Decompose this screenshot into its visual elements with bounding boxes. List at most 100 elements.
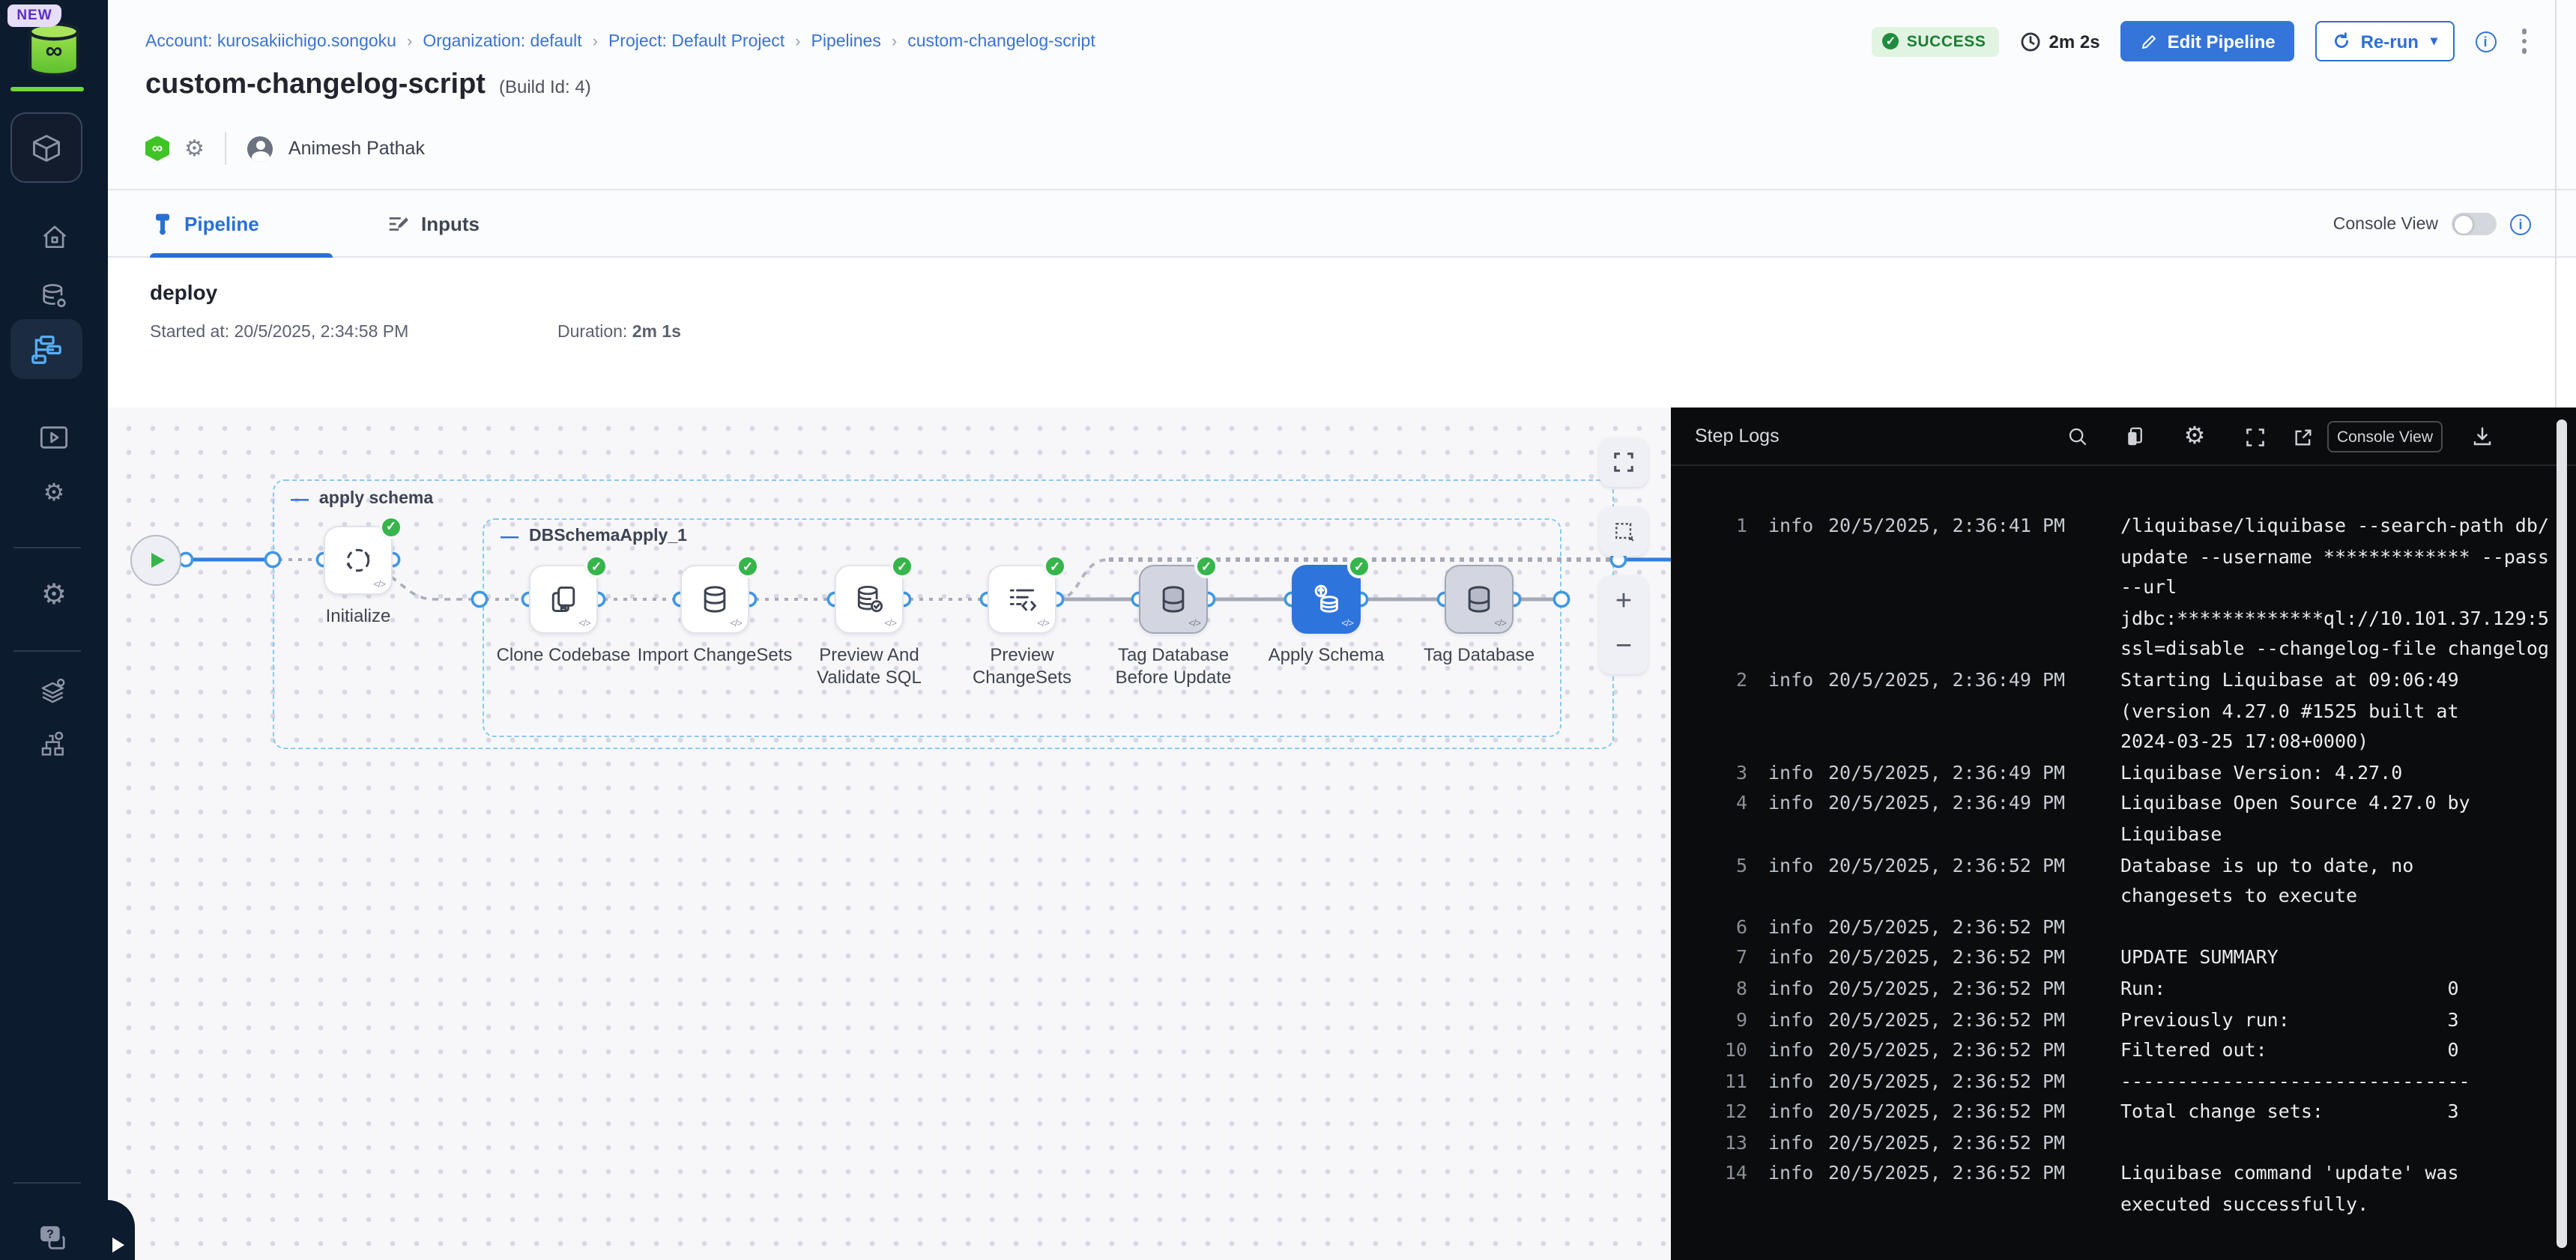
log-row: 8info20/5/2025, 2:36:52 PMRun: 0	[1671, 974, 2564, 1005]
gear-icon: ⚙	[41, 581, 67, 609]
canvas-select-tool-button[interactable]	[1599, 506, 1648, 556]
node-clone-codebase[interactable]: ✓ </>	[529, 565, 598, 634]
work-area: — apply schema — DBSchemaApply_1	[108, 408, 2576, 1260]
db-devops-logo-icon[interactable]: ∞	[24, 22, 84, 76]
refresh-icon	[2332, 31, 2352, 51]
copy-icon	[2123, 425, 2146, 448]
breadcrumb-separator: ›	[407, 33, 412, 51]
duration-value: 2m 2s	[2049, 31, 2100, 52]
sidebar-item-pipelines-active[interactable]	[10, 319, 82, 379]
code-glyph: </>	[884, 619, 896, 629]
log-row: 11info20/5/2025, 2:36:52 PM-------------…	[1671, 1066, 2564, 1097]
more-options-button[interactable]	[2517, 25, 2531, 58]
sidebar-item-databases[interactable]	[0, 271, 108, 322]
new-badge: NEW	[7, 4, 61, 27]
tab-pipeline[interactable]: Pipeline	[153, 190, 259, 258]
success-badge-icon: ✓	[1194, 554, 1218, 578]
sidebar-item-home[interactable]	[0, 211, 108, 262]
author-name: Animesh Pathak	[288, 138, 425, 159]
edit-pipeline-button[interactable]: Edit Pipeline	[2121, 21, 2295, 61]
download-icon	[2471, 425, 2494, 448]
node-label: Initialize	[276, 605, 441, 628]
log-body[interactable]: 1info20/5/2025, 2:36:41 PM/liquibase/liq…	[1671, 466, 2564, 1260]
console-view-toggle[interactable]	[2452, 213, 2497, 235]
database-gear-icon	[39, 282, 69, 312]
log-fullscreen-button[interactable]	[2240, 422, 2269, 451]
stage-summary: deploy Started at: 20/5/2025, 2:34:58 PM…	[108, 258, 2576, 408]
node-tag-database-before-update[interactable]: ✓ </>	[1139, 565, 1208, 634]
breadcrumb-project[interactable]: Project: Default Project	[608, 33, 784, 51]
database-icon	[1157, 583, 1190, 616]
success-badge-icon: ✓	[890, 554, 914, 578]
log-copy-button[interactable]	[2120, 422, 2149, 451]
info-icon[interactable]: i	[2475, 31, 2496, 52]
tab-inputs[interactable]: Inputs	[387, 190, 480, 258]
code-glyph: </>	[1188, 619, 1200, 629]
node-tag-database[interactable]: </>	[1445, 565, 1514, 634]
inputs-tab-icon	[387, 213, 409, 235]
fullscreen-icon	[1612, 451, 1635, 473]
cube-icon	[30, 131, 63, 164]
gear-icon: ⚙	[2184, 425, 2206, 449]
sync-icon	[342, 543, 375, 576]
breadcrumb-organization[interactable]: Organization: default	[423, 33, 581, 51]
app: NEW ∞ ⚙ ⚙	[0, 0, 2576, 1260]
sidebar-item-org-settings[interactable]	[0, 719, 108, 770]
node-preview-changesets[interactable]: ✓ </>	[988, 565, 1056, 634]
canvas-fullscreen-button[interactable]	[1599, 437, 1648, 487]
node-apply-schema-selected[interactable]: ✓ </>	[1292, 565, 1361, 634]
node-preview-and-validate-sql[interactable]: ✓ </>	[835, 565, 904, 634]
pipeline-start-node[interactable]	[130, 534, 181, 585]
gear-icon[interactable]: ⚙	[184, 137, 205, 160]
tab-bar: Pipeline Inputs Console View i	[108, 189, 2576, 258]
log-download-button[interactable]	[2468, 422, 2497, 451]
sidebar-item-environments[interactable]	[0, 665, 108, 716]
fullscreen-icon	[2244, 426, 2265, 447]
sidebar-item-pipeline-settings[interactable]: ⚙	[0, 469, 108, 520]
log-scrollbar[interactable]	[2557, 420, 2567, 1248]
header-actions: ✓ SUCCESS 2m 2s Edit Pipeline Re-run ▾ i	[1872, 21, 2531, 61]
log-row: 9info20/5/2025, 2:36:52 PMPreviously run…	[1671, 1005, 2564, 1035]
sidebar-item-executions[interactable]	[0, 412, 108, 463]
status-label: SUCCESS	[1907, 32, 1986, 50]
executions-icon	[39, 424, 69, 451]
success-badge-icon: ✓	[736, 554, 760, 578]
duration-label: Duration:	[557, 324, 627, 342]
zoom-in-button[interactable]: +	[1599, 580, 1648, 625]
started-value: 20/5/2025, 2:34:58 PM	[235, 324, 409, 342]
selection-tool-icon	[1612, 519, 1636, 543]
node-import-changesets[interactable]: ✓ </>	[680, 565, 749, 634]
layers-gear-icon	[39, 676, 69, 706]
home-icon	[40, 222, 68, 251]
stage-started: Started at: 20/5/2025, 2:34:58 PM	[150, 324, 408, 342]
sidebar-divider	[13, 1182, 81, 1184]
breadcrumb-account[interactable]: Account: kurosakiichigo.songoku	[145, 33, 396, 51]
log-search-button[interactable]	[2063, 422, 2092, 451]
node-initialize[interactable]: ✓ </>	[324, 525, 393, 594]
duration-value: 2m 1s	[632, 324, 681, 342]
breadcrumb-current[interactable]: custom-changelog-script	[907, 33, 1095, 51]
sidebar-item-settings[interactable]: ⚙	[0, 569, 108, 620]
node-label: Apply Schema	[1244, 644, 1409, 667]
chevron-down-icon[interactable]: ▾	[2431, 33, 2437, 49]
code-glyph: </>	[1037, 619, 1049, 629]
tab-inputs-label: Inputs	[421, 213, 480, 235]
apply-schema-icon	[1308, 581, 1344, 617]
avatar	[248, 136, 273, 161]
copy-icon	[547, 583, 580, 616]
info-icon[interactable]: i	[2510, 213, 2531, 234]
log-settings-button[interactable]: ⚙	[2180, 422, 2209, 451]
step-logs-header: Step Logs ⚙ Cons	[1671, 408, 2576, 466]
zoom-out-button[interactable]: −	[1599, 625, 1648, 670]
log-row: 3info20/5/2025, 2:36:49 PMLiquibase Vers…	[1671, 758, 2564, 789]
pipeline-canvas[interactable]: — apply schema — DBSchemaApply_1	[108, 408, 1671, 1260]
sidebar-item-help[interactable]: ?	[0, 1214, 108, 1260]
success-badge-icon: ✓	[584, 554, 608, 578]
rerun-button[interactable]: Re-run ▾	[2316, 21, 2454, 61]
page-title: custom-changelog-script	[145, 69, 486, 102]
module-selector-button[interactable]	[10, 112, 82, 183]
log-open-external-button[interactable]	[2288, 422, 2317, 451]
log-console-view-button[interactable]: Console View	[2327, 421, 2443, 452]
rerun-label: Re-run	[2361, 31, 2419, 52]
breadcrumb-pipelines[interactable]: Pipelines	[811, 33, 881, 51]
